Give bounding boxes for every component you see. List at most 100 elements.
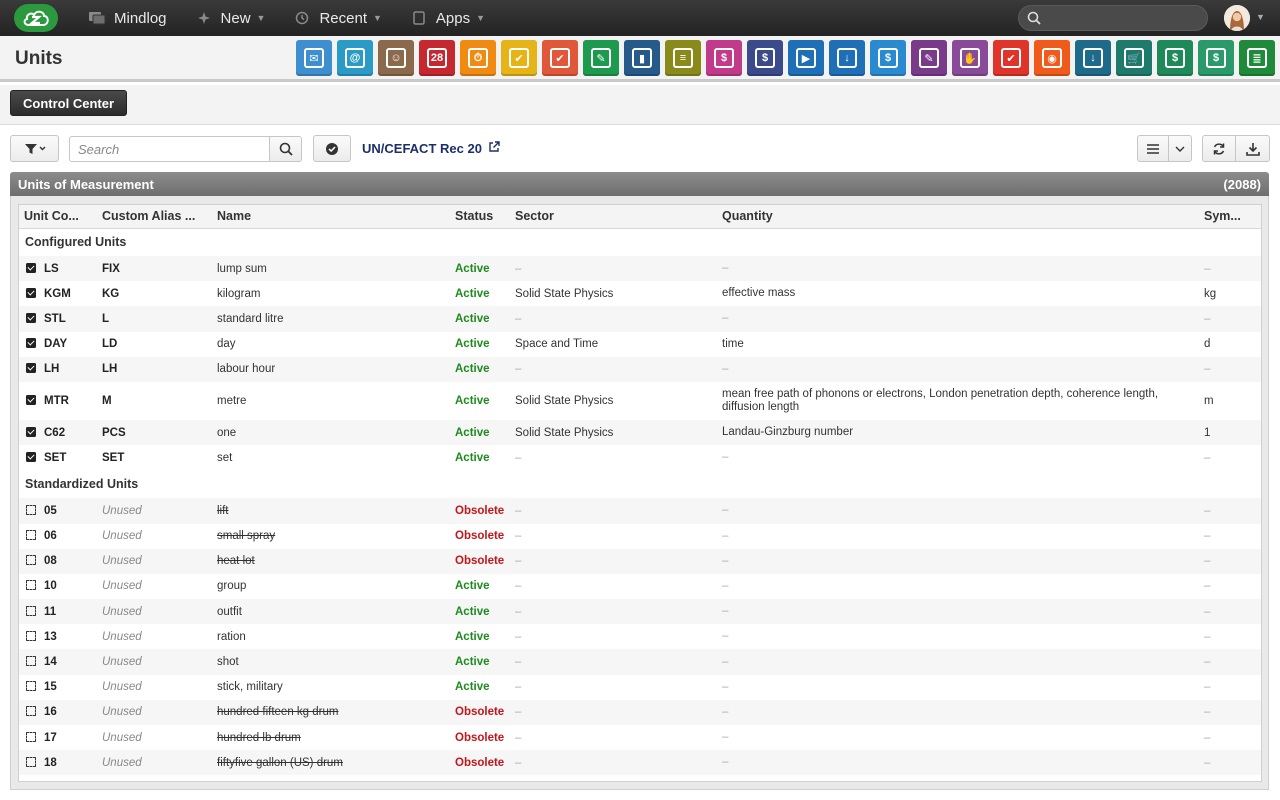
sparkle-icon [195,11,213,25]
table-row[interactable]: 17 Unused hundred lb drum Obsolete – – – [19,725,1261,750]
view-mode-dropdown[interactable] [1168,135,1192,162]
table-row[interactable]: 14 Unused shot Active – – – [19,649,1261,675]
pricing-icon[interactable]: $ [1198,40,1234,76]
control-center-button[interactable]: Control Center [10,90,127,116]
checkbox-unchecked[interactable] [26,656,36,667]
search-button[interactable] [269,136,302,162]
nav-new[interactable]: New ▼ [181,0,280,36]
table-row[interactable]: 08 Unused heat lot Obsolete – – – [19,548,1261,574]
shipping-icon[interactable]: ▶ [788,40,824,76]
pos-icon[interactable]: $ [706,40,742,76]
table-row[interactable]: 18 Unused fiftyfive gallon (US) drum Obsole… [19,750,1261,776]
checkbox-checked[interactable] [26,394,36,405]
checkbox-unchecked[interactable] [26,756,36,767]
app-logo[interactable] [14,4,58,32]
column-header-status[interactable]: Status [450,205,510,229]
cart-icon[interactable]: 🛒 [1116,40,1152,76]
cell-name-value: fiftyfive gallon (US) drum [217,756,343,769]
cell-sector-value: – [515,681,522,694]
nav-apps[interactable]: Apps ▼ [396,0,499,36]
tasks-icon[interactable]: ✔ [501,40,537,76]
column-header-symbol[interactable]: Sym... [1199,205,1261,229]
mail-icon[interactable]: ✉ [296,40,332,76]
verified-filter-button[interactable] [313,135,351,162]
checkbox-checked[interactable] [26,287,36,298]
filter-button[interactable] [10,135,59,162]
table-row[interactable]: MTR Mmetre Active Solid State Physics mean f… [19,382,1261,420]
payments-icon[interactable]: $ [870,40,906,76]
projects-icon[interactable]: ✔ [542,40,578,76]
checkbox-checked[interactable] [26,426,36,437]
checkbox-unchecked[interactable] [26,681,36,692]
checkbox-unchecked[interactable] [26,605,36,616]
cell-unit-code: DAY [19,332,97,357]
checkbox-checked[interactable] [26,262,36,273]
column-header-name[interactable]: Name [212,205,450,229]
contracts-icon[interactable]: ✎ [911,40,947,76]
checkbox-unchecked[interactable] [26,706,36,717]
cell-status: Active [450,419,510,446]
timer-icon[interactable]: ⏱ [460,40,496,76]
search-input[interactable] [70,137,269,161]
export-button[interactable] [1235,135,1270,162]
refresh-button[interactable] [1202,135,1236,162]
table-row[interactable]: C62 PCS one Active Solid State Physics Landau… [19,419,1261,446]
view-mode-button[interactable] [1137,135,1169,162]
billing-icon[interactable]: $ [747,40,783,76]
table-row[interactable]: 05 Unused lift Obsolete – – – [19,498,1261,524]
cell-quantity: Landau-Ginzburg number [717,419,1199,446]
table-row[interactable]: KGM KG kilogram Active Solid State Physics ef… [19,281,1261,306]
column-header-sector[interactable]: Sector [510,205,717,229]
table-row[interactable]: STL Lstandard litre Active – – – [19,306,1261,332]
checkbox-unchecked[interactable] [26,630,36,641]
table-row[interactable]: 06 Unused small spray Obsolete – – – [19,524,1261,549]
column-header-custom-alias[interactable]: Custom Alias ... [97,205,212,229]
search-field[interactable] [69,136,270,162]
checkbox-unchecked[interactable] [26,580,36,591]
calendar-icon[interactable]: 28 [419,40,455,76]
database-icon[interactable]: ≣ [1239,40,1275,76]
global-search-input[interactable] [1049,9,1199,27]
column-header-unit-code[interactable]: Unit Co... [19,205,97,229]
contacts-icon[interactable]: ☺ [378,40,414,76]
table-row[interactable]: 15 Unused stick, military Active – – – [19,675,1261,700]
table-row[interactable]: LH LH labour hour Active – – – [19,356,1261,382]
bookmark-icon[interactable]: ▮ [624,40,660,76]
avatar[interactable] [1224,5,1250,31]
address-book-icon[interactable]: @ [337,40,373,76]
checkbox-checked[interactable] [26,338,36,349]
documents-icon[interactable]: ≡ [665,40,701,76]
table-row[interactable]: 10 Unused group Active – – – [19,574,1261,599]
database-icon-glyph: ≣ [1247,48,1267,68]
checkbox-unchecked[interactable] [26,731,36,742]
finance-icon[interactable]: $ [1157,40,1193,76]
checkbox-checked[interactable] [26,363,36,374]
table-row[interactable]: 11 Unused outfit Active – – – [19,599,1261,625]
mindlog-icon [88,11,106,25]
table-row[interactable]: LS FIX lump sum Active – – – [19,256,1261,282]
unit-code: C62 [44,426,66,439]
cell-custom-alias: PCS [97,419,212,446]
checkbox-unchecked[interactable] [26,555,36,566]
table-row[interactable]: SET SET set Active – – – [19,445,1261,470]
notes-icon[interactable]: ✎ [583,40,619,76]
cell-sector: – [510,548,717,574]
chevron-down-icon[interactable]: ▼ [1256,12,1265,22]
logistics-icon[interactable]: ↓ [829,40,865,76]
checkbox-checked[interactable] [26,451,36,462]
table-row[interactable]: 16 Unused hundred fifteen kg drum Obsolete –… [19,699,1261,725]
table-row[interactable]: DAY LD day Active Space and Time time d [19,332,1261,357]
column-header-quantity[interactable]: Quantity [717,205,1199,229]
uncefact-link[interactable]: UN/CEFACT Rec 20 [362,141,500,156]
pdf-icon[interactable]: ✔ [993,40,1029,76]
checkbox-checked[interactable] [26,312,36,323]
nav-mindlog[interactable]: Mindlog [74,0,181,36]
download-icon[interactable]: ↓ [1075,40,1111,76]
broadcast-icon[interactable]: ◉ [1034,40,1070,76]
nav-recent[interactable]: Recent ▼ [279,0,395,36]
global-search[interactable] [1018,5,1208,31]
checkbox-unchecked[interactable] [26,530,36,541]
partners-icon[interactable]: ✋ [952,40,988,76]
checkbox-unchecked[interactable] [26,504,36,515]
table-row[interactable]: 13 Unused ration Active – – – [19,624,1261,649]
